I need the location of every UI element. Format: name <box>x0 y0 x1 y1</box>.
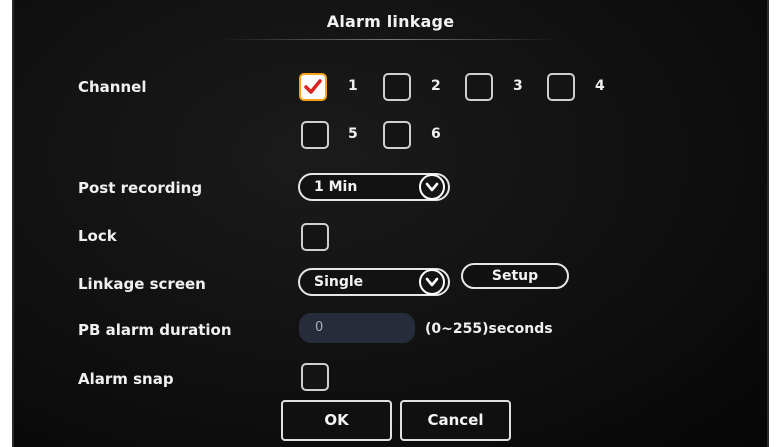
channel-6-checkbox[interactable] <box>383 121 411 149</box>
cancel-button[interactable]: Cancel <box>400 400 511 441</box>
chevron-down-icon[interactable] <box>419 174 445 200</box>
linkage-screen-label: Linkage screen <box>78 275 206 293</box>
ok-button[interactable]: OK <box>281 400 392 441</box>
post-recording-label: Post recording <box>78 179 203 197</box>
channel-label: Channel <box>78 78 147 96</box>
checkmark-icon <box>304 79 322 94</box>
channel-2-checkbox[interactable] <box>383 73 411 101</box>
channel-1-checkbox[interactable] <box>299 73 327 101</box>
linkage-screen-value: Single <box>314 274 364 290</box>
alarm-snap-checkbox[interactable] <box>301 363 329 391</box>
title-divider <box>220 39 560 40</box>
dialog-title: Alarm linkage <box>326 12 455 31</box>
pb-alarm-duration-label: PB alarm duration <box>78 321 232 339</box>
pb-alarm-duration-input[interactable]: 0 <box>299 313 415 343</box>
channel-5-checkbox[interactable] <box>301 121 329 149</box>
channel-3-checkbox[interactable] <box>465 73 493 101</box>
channel-4-checkbox[interactable] <box>547 73 575 101</box>
channel-3-number: 3 <box>513 78 523 94</box>
chevron-down-icon[interactable] <box>419 269 445 295</box>
lock-checkbox[interactable] <box>301 223 329 251</box>
channel-2-number: 2 <box>431 78 441 94</box>
pb-alarm-duration-range: (0~255)seconds <box>425 321 553 337</box>
channel-1-number: 1 <box>348 78 358 94</box>
post-recording-value: 1 Min <box>314 179 358 195</box>
lock-label: Lock <box>78 227 117 245</box>
channel-6-number: 6 <box>431 126 441 142</box>
alarm-snap-label: Alarm snap <box>78 370 174 388</box>
channel-4-number: 4 <box>595 78 605 94</box>
channel-5-number: 5 <box>348 126 358 142</box>
setup-button[interactable]: Setup <box>461 263 569 289</box>
